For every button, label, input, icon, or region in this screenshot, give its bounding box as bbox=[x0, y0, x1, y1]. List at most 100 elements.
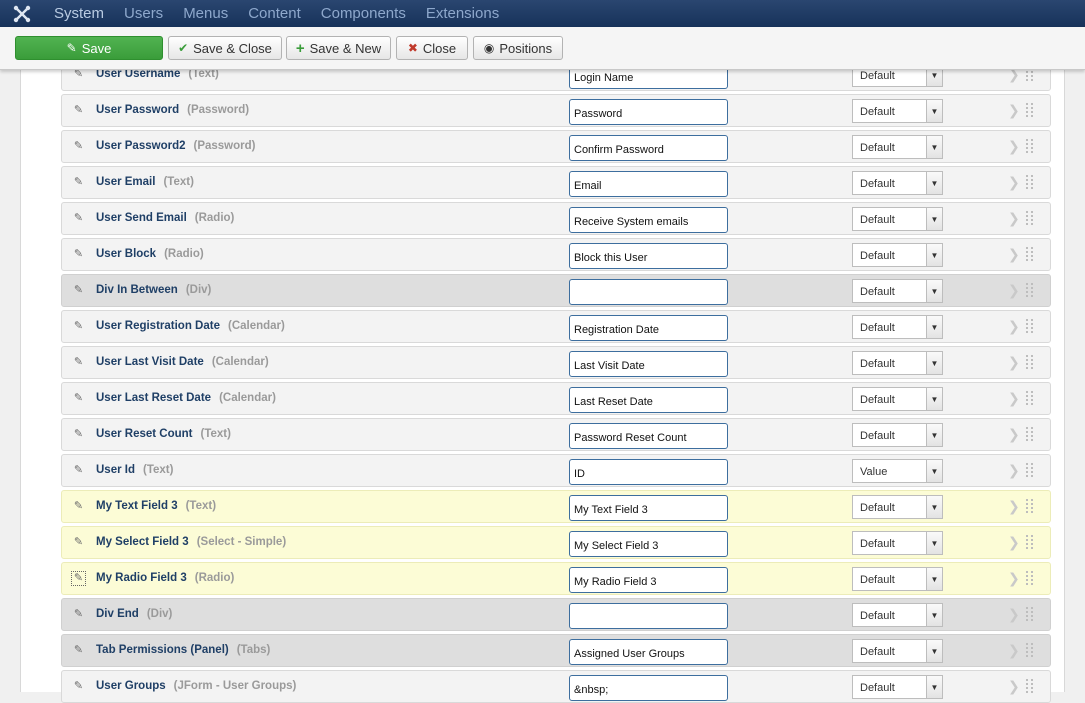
field-row[interactable]: ✎ My Radio Field 3 (Radio) My Radio Field 3… bbox=[61, 562, 1051, 595]
display-select[interactable]: Default ▼ bbox=[852, 639, 943, 663]
field-label[interactable]: Div In Between (Div) bbox=[96, 284, 211, 296]
field-row[interactable]: ✎ User Password2 (Password) Confirm Passwor… bbox=[61, 130, 1051, 163]
nav-item-components[interactable]: Components bbox=[311, 0, 416, 27]
field-label[interactable]: User Password (Password) bbox=[96, 104, 249, 116]
field-row[interactable]: ✎ User Last Visit Date (Calendar) Last Visi… bbox=[61, 346, 1051, 379]
field-row[interactable]: ✎ User Password (Password) Password Default ▼… bbox=[61, 94, 1051, 127]
field-label-input[interactable]: ID bbox=[569, 459, 728, 485]
drag-handle-icon[interactable] bbox=[1024, 282, 1036, 299]
chevron-down-icon[interactable]: ▼ bbox=[926, 136, 942, 158]
close-button[interactable]: ✖ Close bbox=[396, 36, 468, 60]
field-label[interactable]: User Id (Text) bbox=[96, 464, 173, 476]
field-row[interactable]: ✎ User Email (Text) Email Default ▼ ❯ bbox=[61, 166, 1051, 199]
display-select[interactable]: Value ▼ bbox=[852, 459, 943, 483]
field-label[interactable]: Div End (Div) bbox=[96, 608, 172, 620]
field-row[interactable]: ✎ My Text Field 3 (Text) My Text Field 3 Def… bbox=[61, 490, 1051, 523]
drag-handle-icon[interactable] bbox=[1024, 678, 1036, 695]
drag-handle-icon[interactable] bbox=[1024, 606, 1036, 623]
display-select[interactable]: Default ▼ bbox=[852, 279, 943, 303]
field-label[interactable]: User Send Email (Radio) bbox=[96, 212, 234, 224]
chevron-right-icon[interactable]: ❯ bbox=[1008, 138, 1020, 154]
field-label[interactable]: My Text Field 3 (Text) bbox=[96, 500, 216, 512]
display-select[interactable]: Default ▼ bbox=[852, 495, 943, 519]
field-label[interactable]: User Password2 (Password) bbox=[96, 140, 256, 152]
nav-item-content[interactable]: Content bbox=[238, 0, 311, 27]
field-label[interactable]: User Block (Radio) bbox=[96, 248, 204, 260]
chevron-down-icon[interactable]: ▼ bbox=[926, 604, 942, 626]
pencil-edit-icon[interactable]: ✎ bbox=[72, 464, 85, 477]
chevron-right-icon[interactable]: ❯ bbox=[1008, 570, 1020, 586]
field-label-input[interactable]: Registration Date bbox=[569, 315, 728, 341]
chevron-down-icon[interactable]: ▼ bbox=[926, 172, 942, 194]
chevron-down-icon[interactable]: ▼ bbox=[926, 244, 942, 266]
display-select[interactable]: Default ▼ bbox=[852, 135, 943, 159]
field-label-input[interactable]: Password bbox=[569, 99, 728, 125]
chevron-down-icon[interactable]: ▼ bbox=[926, 532, 942, 554]
save-button[interactable]: ✎ Save bbox=[15, 36, 163, 60]
drag-handle-icon[interactable] bbox=[1024, 498, 1036, 515]
chevron-down-icon[interactable]: ▼ bbox=[926, 208, 942, 230]
nav-item-system[interactable]: System bbox=[44, 0, 114, 27]
display-select[interactable]: Default ▼ bbox=[852, 207, 943, 231]
chevron-down-icon[interactable]: ▼ bbox=[926, 640, 942, 662]
field-row[interactable]: ✎ User Last Reset Date (Calendar) Last Rese… bbox=[61, 382, 1051, 415]
chevron-right-icon[interactable]: ❯ bbox=[1008, 390, 1020, 406]
nav-item-menus[interactable]: Menus bbox=[173, 0, 238, 27]
chevron-right-icon[interactable]: ❯ bbox=[1008, 498, 1020, 514]
field-label-input[interactable]: My Radio Field 3 bbox=[569, 567, 728, 593]
field-label-input[interactable]: Last Reset Date bbox=[569, 387, 728, 413]
chevron-down-icon[interactable]: ▼ bbox=[926, 280, 942, 302]
drag-handle-icon[interactable] bbox=[1024, 174, 1036, 191]
chevron-down-icon[interactable]: ▼ bbox=[926, 496, 942, 518]
drag-handle-icon[interactable] bbox=[1024, 318, 1036, 335]
display-select[interactable]: Default ▼ bbox=[852, 171, 943, 195]
pencil-edit-icon[interactable]: ✎ bbox=[72, 680, 85, 693]
drag-handle-icon[interactable] bbox=[1024, 210, 1036, 227]
chevron-right-icon[interactable]: ❯ bbox=[1008, 642, 1020, 658]
drag-handle-icon[interactable] bbox=[1024, 570, 1036, 587]
display-select[interactable]: Default ▼ bbox=[852, 531, 943, 555]
field-label[interactable]: User Last Reset Date (Calendar) bbox=[96, 392, 276, 404]
field-label[interactable]: User Groups (JForm - User Groups) bbox=[96, 680, 296, 692]
pencil-edit-icon[interactable]: ✎ bbox=[72, 140, 85, 153]
field-label[interactable]: Tab Permissions (Panel) (Tabs) bbox=[96, 644, 270, 656]
field-label-input[interactable]: Assigned User Groups bbox=[569, 639, 728, 665]
save-new-button[interactable]: + Save & New bbox=[286, 36, 391, 60]
positions-button[interactable]: ◉ Positions bbox=[473, 36, 563, 60]
drag-handle-icon[interactable] bbox=[1024, 534, 1036, 551]
display-select[interactable]: Default ▼ bbox=[852, 351, 943, 375]
field-row[interactable]: ✎ User Id (Text) ID Value ▼ ❯ bbox=[61, 454, 1051, 487]
field-label[interactable]: My Radio Field 3 (Radio) bbox=[96, 572, 234, 584]
chevron-down-icon[interactable]: ▼ bbox=[926, 460, 942, 482]
chevron-right-icon[interactable]: ❯ bbox=[1008, 102, 1020, 118]
pencil-edit-icon[interactable]: ✎ bbox=[72, 104, 85, 117]
field-label-input[interactable] bbox=[569, 279, 728, 305]
pencil-edit-icon[interactable]: ✎ bbox=[72, 284, 85, 297]
field-label-input[interactable]: Confirm Password bbox=[569, 135, 728, 161]
field-label[interactable]: User Registration Date (Calendar) bbox=[96, 320, 285, 332]
chevron-down-icon[interactable]: ▼ bbox=[926, 388, 942, 410]
drag-handle-icon[interactable] bbox=[1024, 642, 1036, 659]
pencil-edit-icon[interactable]: ✎ bbox=[71, 571, 86, 586]
field-label-input[interactable]: &nbsp; bbox=[569, 675, 728, 701]
chevron-right-icon[interactable]: ❯ bbox=[1008, 354, 1020, 370]
field-row[interactable]: ✎ Div End (Div) Default ▼ ❯ bbox=[61, 598, 1051, 631]
field-label-input[interactable]: Receive System emails bbox=[569, 207, 728, 233]
save-close-button[interactable]: ✔ Save & Close bbox=[168, 36, 282, 60]
drag-handle-icon[interactable] bbox=[1024, 246, 1036, 263]
chevron-right-icon[interactable]: ❯ bbox=[1008, 318, 1020, 334]
chevron-right-icon[interactable]: ❯ bbox=[1008, 174, 1020, 190]
field-row[interactable]: ✎ My Select Field 3 (Select - Simple) My Se… bbox=[61, 526, 1051, 559]
drag-handle-icon[interactable] bbox=[1024, 102, 1036, 119]
chevron-down-icon[interactable]: ▼ bbox=[926, 676, 942, 698]
drag-handle-icon[interactable] bbox=[1024, 426, 1036, 443]
chevron-right-icon[interactable]: ❯ bbox=[1008, 282, 1020, 298]
display-select[interactable]: Default ▼ bbox=[852, 675, 943, 699]
display-select[interactable]: Default ▼ bbox=[852, 99, 943, 123]
chevron-right-icon[interactable]: ❯ bbox=[1008, 246, 1020, 262]
nav-item-extensions[interactable]: Extensions bbox=[416, 0, 509, 27]
chevron-down-icon[interactable]: ▼ bbox=[926, 424, 942, 446]
drag-handle-icon[interactable] bbox=[1024, 390, 1036, 407]
chevron-right-icon[interactable]: ❯ bbox=[1008, 534, 1020, 550]
pencil-edit-icon[interactable]: ✎ bbox=[72, 212, 85, 225]
